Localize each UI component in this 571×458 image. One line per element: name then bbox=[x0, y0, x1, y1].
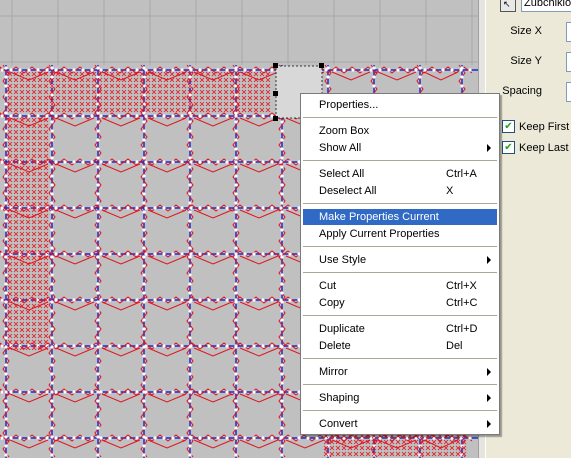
menu-item-use-style[interactable]: Use Style bbox=[303, 252, 497, 268]
menu-label: Apply Current Properties bbox=[319, 228, 440, 240]
tool-icon-button[interactable]: ↖ bbox=[500, 0, 516, 12]
menu-label: Use Style bbox=[319, 254, 367, 266]
menu-item-properties[interactable]: Properties... bbox=[303, 97, 497, 113]
menu-item-zoom-box[interactable]: Zoom Box bbox=[303, 123, 497, 139]
menu-separator bbox=[303, 358, 497, 359]
keep-first-label: Keep First N bbox=[519, 120, 571, 133]
menu-label: Select All bbox=[319, 168, 365, 180]
menu-label: Zoom Box bbox=[319, 125, 370, 137]
menu-shortcut: Del bbox=[446, 340, 463, 352]
menu-item-apply-current-properties[interactable]: Apply Current Properties bbox=[303, 226, 497, 242]
menu-shortcut: Ctrl+D bbox=[446, 323, 478, 335]
submenu-arrow-icon bbox=[487, 256, 491, 264]
submenu-arrow-icon bbox=[487, 394, 491, 402]
keep-first-checkbox[interactable]: ✔ bbox=[502, 120, 515, 133]
size-y-input[interactable] bbox=[566, 52, 571, 72]
menu-separator bbox=[303, 246, 497, 247]
size-x-input[interactable] bbox=[566, 22, 571, 42]
menu-item-copy[interactable]: Copy Ctrl+C bbox=[303, 295, 497, 311]
menu-item-shaping[interactable]: Shaping bbox=[303, 390, 497, 406]
submenu-arrow-icon bbox=[487, 368, 491, 376]
menu-shortcut: Ctrl+A bbox=[446, 168, 477, 180]
menu-label: Cut bbox=[319, 280, 337, 292]
keep-last-option[interactable]: ✔ Keep Last I bbox=[502, 141, 571, 154]
menu-separator bbox=[303, 384, 497, 385]
menu-label: Duplicate bbox=[319, 323, 365, 335]
menu-item-mirror[interactable]: Mirror bbox=[303, 364, 497, 380]
menu-item-delete[interactable]: Delete Del bbox=[303, 338, 497, 354]
menu-label: Convert bbox=[319, 418, 358, 430]
menu-shortcut: X bbox=[446, 185, 454, 197]
menu-separator bbox=[303, 410, 497, 411]
menu-shortcut: Ctrl+C bbox=[446, 297, 478, 309]
keep-last-checkbox[interactable]: ✔ bbox=[502, 141, 515, 154]
menu-item-duplicate[interactable]: Duplicate Ctrl+D bbox=[303, 321, 497, 337]
menu-separator bbox=[303, 117, 497, 118]
menu-label: Delete bbox=[319, 340, 351, 352]
menu-item-show-all[interactable]: Show All bbox=[303, 140, 497, 156]
menu-label: Shaping bbox=[319, 392, 360, 404]
context-menu: Properties... Zoom Box Show All Select A… bbox=[300, 93, 500, 435]
menu-item-convert[interactable]: Convert bbox=[303, 416, 497, 432]
menu-label: Properties... bbox=[319, 99, 379, 111]
spacing-input[interactable] bbox=[566, 82, 571, 102]
menu-item-cut[interactable]: Cut Ctrl+X bbox=[303, 278, 497, 294]
menu-item-select-all[interactable]: Select All Ctrl+A bbox=[303, 166, 497, 182]
menu-label: Mirror bbox=[319, 366, 348, 378]
menu-item-make-properties-current[interactable]: Make Properties Current bbox=[303, 209, 497, 225]
arrow-icon: ↖ bbox=[503, 0, 511, 9]
submenu-arrow-icon bbox=[487, 420, 491, 428]
menu-separator bbox=[303, 160, 497, 161]
size-x-label: Size X bbox=[510, 25, 542, 37]
menu-separator bbox=[303, 203, 497, 204]
design-name-field[interactable]: Zubchiklo bbox=[521, 0, 571, 12]
design-name-value: Zubchiklo bbox=[524, 0, 571, 9]
keep-last-label: Keep Last I bbox=[519, 141, 571, 154]
spacing-label: Spacing bbox=[502, 85, 542, 97]
menu-shortcut: Ctrl+X bbox=[446, 280, 477, 292]
menu-label: Show All bbox=[319, 142, 362, 154]
menu-item-deselect-all[interactable]: Deselect All X bbox=[303, 183, 497, 199]
menu-label: Make Properties Current bbox=[319, 211, 439, 223]
keep-first-option[interactable]: ✔ Keep First N bbox=[502, 120, 571, 133]
menu-separator bbox=[303, 272, 497, 273]
size-y-label: Size Y bbox=[510, 55, 542, 67]
menu-label: Copy bbox=[319, 297, 345, 309]
menu-label: Deselect All bbox=[319, 185, 377, 197]
submenu-arrow-icon bbox=[487, 144, 491, 152]
menu-separator bbox=[303, 315, 497, 316]
